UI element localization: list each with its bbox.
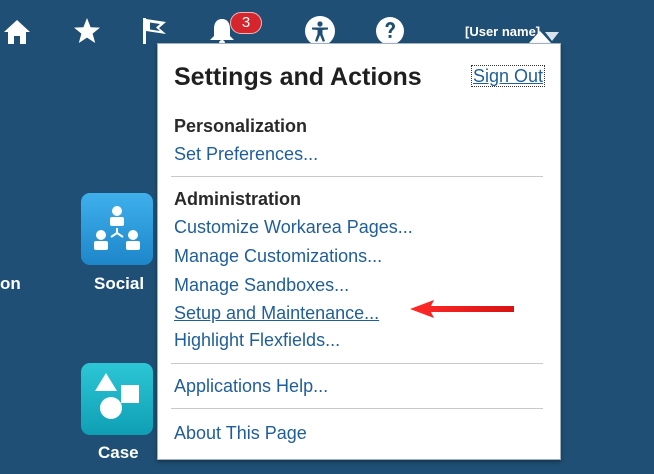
case-tile-label: Case bbox=[98, 443, 139, 462]
highlight-flexfields-link[interactable]: Highlight Flexfields... bbox=[174, 330, 340, 351]
shapes-icon bbox=[81, 363, 153, 435]
home-icon[interactable] bbox=[0, 14, 34, 48]
manage-sandboxes-link[interactable]: Manage Sandboxes... bbox=[174, 275, 349, 296]
red-arrow-annotation bbox=[410, 300, 514, 318]
partial-tile-label: on bbox=[0, 274, 21, 293]
sign-out-link[interactable]: Sign Out bbox=[471, 65, 546, 87]
menu-divider bbox=[171, 408, 543, 409]
notification-count-badge: 3 bbox=[230, 12, 262, 34]
popup-pointer bbox=[529, 31, 551, 43]
personalization-heading: Personalization bbox=[174, 116, 308, 136]
applications-help-link[interactable]: Applications Help... bbox=[174, 376, 328, 397]
menu-divider bbox=[171, 176, 543, 177]
customize-workarea-pages-link[interactable]: Customize Workarea Pages... bbox=[174, 217, 413, 238]
set-preferences-link[interactable]: Set Preferences... bbox=[174, 144, 318, 165]
social-tile[interactable] bbox=[81, 193, 153, 265]
social-tile-label: Social bbox=[94, 274, 145, 293]
settings-and-actions-menu: Settings and Actions Sign Out Personaliz… bbox=[157, 43, 561, 460]
menu-divider bbox=[171, 363, 543, 364]
administration-heading: Administration bbox=[174, 189, 302, 209]
about-this-page-link[interactable]: About This Page bbox=[174, 423, 307, 444]
setup-and-maintenance-link[interactable]: Setup and Maintenance... bbox=[174, 303, 379, 324]
manage-customizations-link[interactable]: Manage Customizations... bbox=[174, 246, 382, 267]
social-network-icon bbox=[81, 193, 153, 265]
favorites-star-icon[interactable] bbox=[70, 14, 104, 48]
case-tile[interactable] bbox=[81, 363, 153, 435]
menu-title: Settings and Actions bbox=[174, 63, 422, 91]
